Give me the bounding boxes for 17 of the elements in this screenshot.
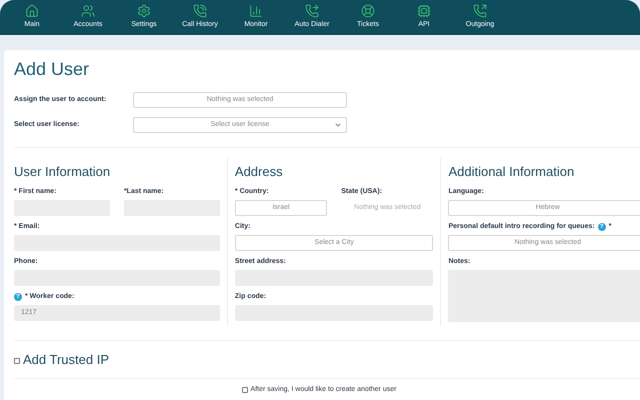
checkbox[interactable] (14, 358, 20, 364)
page-title: Add User (14, 58, 90, 80)
phone-icon (193, 4, 207, 18)
section-title: Add Trusted IP (23, 350, 109, 369)
people-icon (81, 4, 95, 18)
gear-icon (137, 4, 151, 18)
lifebuoy-icon (361, 4, 375, 18)
phone-arrow-icon (473, 4, 487, 18)
caret-icon (334, 121, 342, 129)
bar-chart-icon (249, 4, 263, 18)
section-title: Address (234, 164, 284, 180)
phone-arrow-icon (305, 4, 319, 18)
chip-icon (417, 4, 431, 18)
checkbox[interactable] (242, 387, 248, 394)
section-title: User Information (14, 164, 112, 180)
house-icon (25, 4, 39, 18)
section-title: Additional Information (448, 164, 576, 180)
